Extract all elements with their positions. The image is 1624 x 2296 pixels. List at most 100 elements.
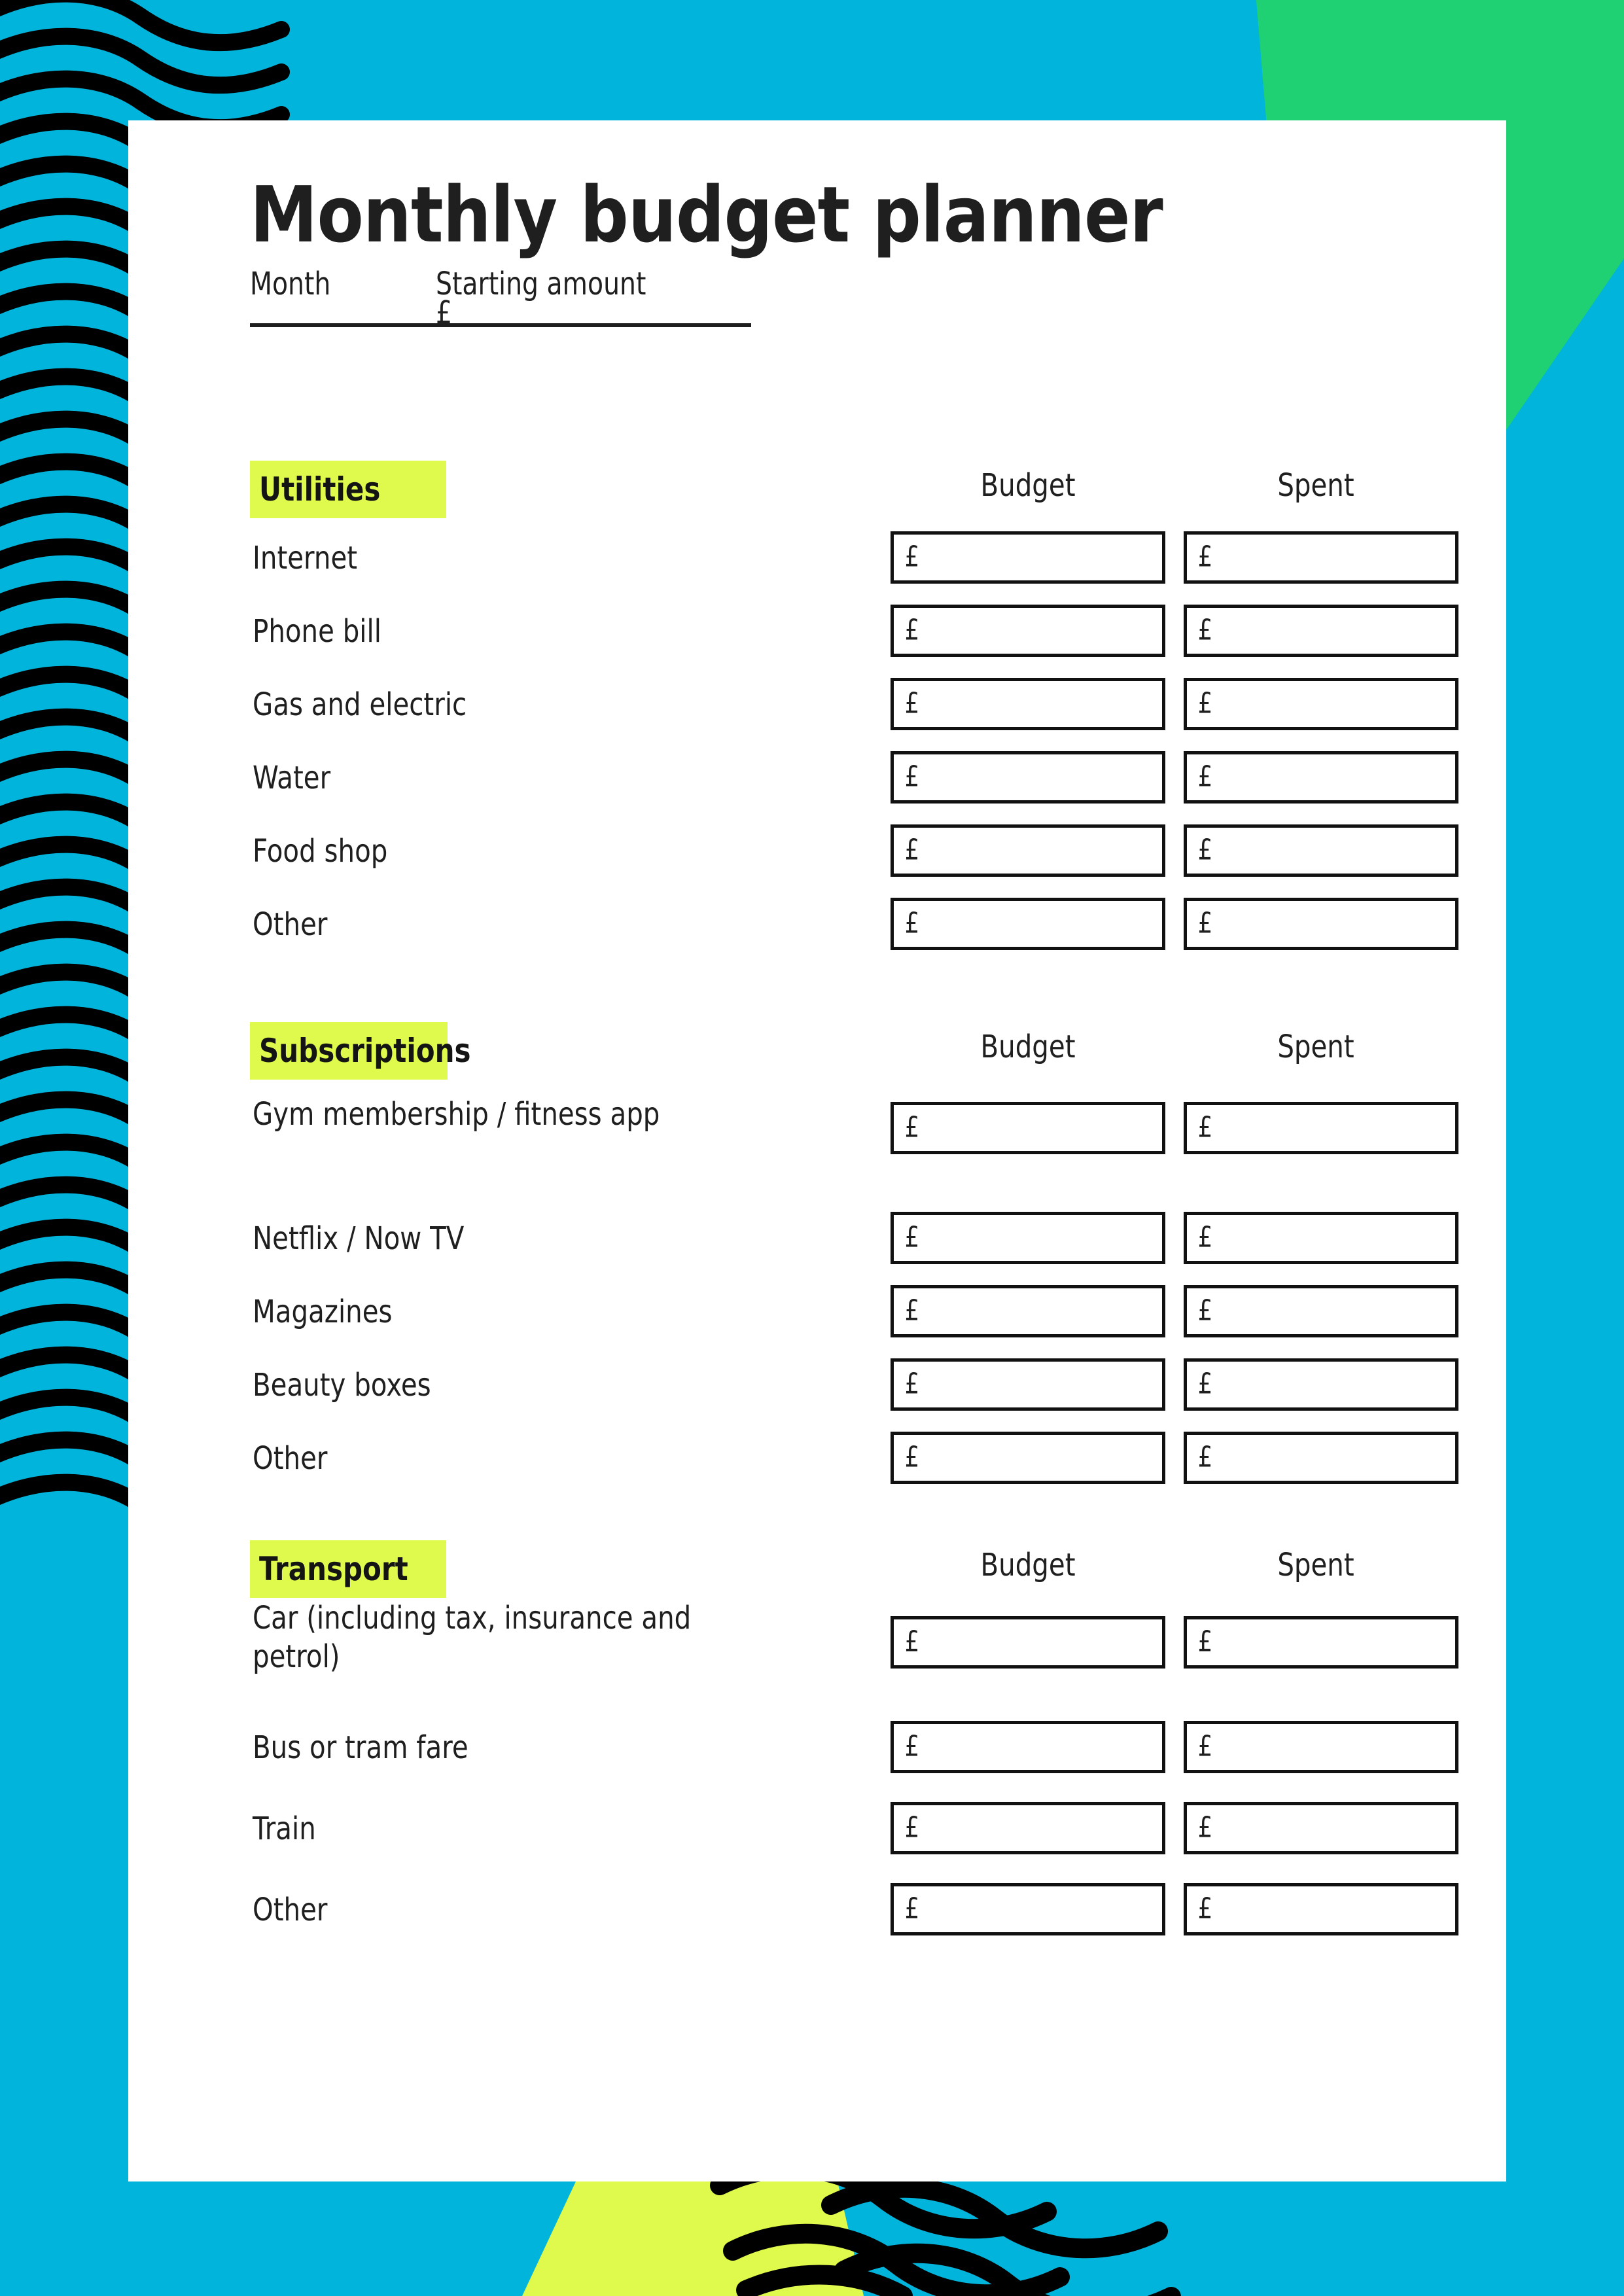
table-row: Other £ £ bbox=[128, 1422, 1506, 1496]
currency-symbol: £ bbox=[1197, 1110, 1213, 1144]
input-subscriptions-other-spent[interactable]: £ bbox=[1184, 1432, 1458, 1484]
currency-symbol: £ bbox=[1197, 906, 1213, 940]
currency-symbol: £ bbox=[904, 1440, 920, 1474]
column-header-spent-transport: Spent bbox=[1277, 1547, 1354, 1583]
table-row: Magazines £ £ bbox=[128, 1276, 1506, 1349]
currency-symbol: £ bbox=[904, 1367, 920, 1401]
currency-symbol: £ bbox=[904, 1892, 920, 1926]
currency-symbol: £ bbox=[904, 686, 920, 720]
currency-symbol: £ bbox=[1197, 613, 1213, 647]
row-label-utilities-other: Other bbox=[253, 906, 328, 943]
currency-symbol: £ bbox=[904, 1625, 920, 1659]
table-row: Netflix / Now TV £ £ bbox=[128, 1203, 1506, 1276]
currency-symbol: £ bbox=[904, 760, 920, 794]
column-header-spent-subscriptions: Spent bbox=[1277, 1029, 1354, 1065]
row-label-gym-membership: Gym membership / fitness app bbox=[253, 1096, 660, 1133]
row-label-gas-and-electric: Gas and electric bbox=[253, 686, 467, 723]
month-label: Month bbox=[250, 266, 331, 302]
starting-amount-label: Starting amount bbox=[436, 266, 646, 302]
input-gym-membership-spent[interactable]: £ bbox=[1184, 1102, 1458, 1154]
input-transport-other-budget[interactable]: £ bbox=[891, 1883, 1165, 1935]
currency-symbol: £ bbox=[904, 1110, 920, 1144]
table-row: Gas and electric £ £ bbox=[128, 669, 1506, 742]
input-utilities-other-spent[interactable]: £ bbox=[1184, 898, 1458, 950]
currency-symbol: £ bbox=[1197, 760, 1213, 794]
input-netflix-now-tv-spent[interactable]: £ bbox=[1184, 1212, 1458, 1264]
currency-symbol: £ bbox=[1197, 1892, 1213, 1926]
input-internet-budget[interactable]: £ bbox=[891, 531, 1165, 584]
column-header-spent-utilities: Spent bbox=[1277, 467, 1354, 504]
row-label-magazines: Magazines bbox=[253, 1294, 393, 1330]
page-title: Monthly budget planner bbox=[250, 169, 1163, 260]
input-car-spent[interactable]: £ bbox=[1184, 1616, 1458, 1669]
section-title-subscriptions-text: Subscriptions bbox=[259, 1032, 471, 1070]
currency-symbol: £ bbox=[1197, 1625, 1213, 1659]
input-phone-bill-budget[interactable]: £ bbox=[891, 605, 1165, 657]
input-bus-or-tram-fare-spent[interactable]: £ bbox=[1184, 1721, 1458, 1773]
starting-amount-field-group: Starting amount £ bbox=[436, 266, 751, 331]
input-food-shop-spent[interactable]: £ bbox=[1184, 824, 1458, 877]
row-label-internet: Internet bbox=[253, 540, 358, 576]
starting-amount-input-rule[interactable] bbox=[436, 323, 751, 327]
planner-card: Monthly budget planner Month Starting am… bbox=[128, 120, 1506, 2181]
section-title-utilities-text: Utilities bbox=[259, 470, 381, 508]
section-title-subscriptions: Subscriptions bbox=[250, 1022, 471, 1080]
currency-symbol: £ bbox=[1197, 686, 1213, 720]
table-row: Water £ £ bbox=[128, 742, 1506, 815]
currency-symbol: £ bbox=[904, 540, 920, 574]
section-transport-header-row: Transport Budget Spent bbox=[128, 1540, 1506, 1602]
input-magazines-spent[interactable]: £ bbox=[1184, 1285, 1458, 1337]
input-subscriptions-other-budget[interactable]: £ bbox=[891, 1432, 1165, 1484]
input-utilities-other-budget[interactable]: £ bbox=[891, 898, 1165, 950]
table-row: Car (including tax, insurance and petrol… bbox=[128, 1600, 1506, 1709]
currency-symbol: £ bbox=[1197, 833, 1213, 867]
input-bus-or-tram-fare-budget[interactable]: £ bbox=[891, 1721, 1165, 1773]
table-row: Bus or tram fare £ £ bbox=[128, 1709, 1506, 1790]
input-train-spent[interactable]: £ bbox=[1184, 1802, 1458, 1854]
input-phone-bill-spent[interactable]: £ bbox=[1184, 605, 1458, 657]
table-row: Other £ £ bbox=[128, 1871, 1506, 1952]
currency-symbol: £ bbox=[1197, 1220, 1213, 1254]
month-field-group: Month bbox=[250, 266, 533, 327]
input-beauty-boxes-budget[interactable]: £ bbox=[891, 1358, 1165, 1411]
row-label-netflix-now-tv: Netflix / Now TV bbox=[253, 1220, 465, 1257]
input-water-spent[interactable]: £ bbox=[1184, 751, 1458, 804]
currency-symbol: £ bbox=[904, 1220, 920, 1254]
currency-symbol: £ bbox=[904, 1810, 920, 1845]
column-header-budget-subscriptions: Budget bbox=[980, 1029, 1076, 1065]
input-car-budget[interactable]: £ bbox=[891, 1616, 1165, 1669]
currency-symbol: £ bbox=[904, 1294, 920, 1328]
input-netflix-now-tv-budget[interactable]: £ bbox=[891, 1212, 1165, 1264]
currency-symbol: £ bbox=[904, 906, 920, 940]
row-label-subscriptions-other: Other bbox=[253, 1440, 328, 1477]
section-title-transport-text: Transport bbox=[259, 1550, 408, 1588]
input-water-budget[interactable]: £ bbox=[891, 751, 1165, 804]
input-gas-and-electric-budget[interactable]: £ bbox=[891, 678, 1165, 730]
row-label-phone-bill: Phone bill bbox=[253, 613, 381, 650]
currency-symbol: £ bbox=[904, 1729, 920, 1763]
currency-symbol: £ bbox=[1197, 1440, 1213, 1474]
row-label-train: Train bbox=[253, 1810, 316, 1847]
table-row: Other £ £ bbox=[128, 889, 1506, 962]
table-row: Beauty boxes £ £ bbox=[128, 1349, 1506, 1422]
row-label-water: Water bbox=[253, 760, 331, 796]
currency-symbol: £ bbox=[1197, 1367, 1213, 1401]
table-row: Phone bill £ £ bbox=[128, 595, 1506, 669]
input-transport-other-spent[interactable]: £ bbox=[1184, 1883, 1458, 1935]
table-row: Train £ £ bbox=[128, 1790, 1506, 1871]
section-transport: Transport Budget Spent Car (including ta… bbox=[128, 1540, 1506, 1952]
currency-symbol: £ bbox=[1197, 540, 1213, 574]
input-magazines-budget[interactable]: £ bbox=[891, 1285, 1165, 1337]
section-subscriptions-header-row: Subscriptions Budget Spent bbox=[128, 1022, 1506, 1084]
input-train-budget[interactable]: £ bbox=[891, 1802, 1165, 1854]
row-label-car: Car (including tax, insurance and petrol… bbox=[253, 1600, 692, 1675]
table-row: Food shop £ £ bbox=[128, 815, 1506, 889]
currency-symbol: £ bbox=[1197, 1810, 1213, 1845]
input-beauty-boxes-spent[interactable]: £ bbox=[1184, 1358, 1458, 1411]
input-gym-membership-budget[interactable]: £ bbox=[891, 1102, 1165, 1154]
input-gas-and-electric-spent[interactable]: £ bbox=[1184, 678, 1458, 730]
input-food-shop-budget[interactable]: £ bbox=[891, 824, 1165, 877]
currency-symbol: £ bbox=[904, 833, 920, 867]
input-internet-spent[interactable]: £ bbox=[1184, 531, 1458, 584]
row-label-food-shop: Food shop bbox=[253, 833, 388, 870]
